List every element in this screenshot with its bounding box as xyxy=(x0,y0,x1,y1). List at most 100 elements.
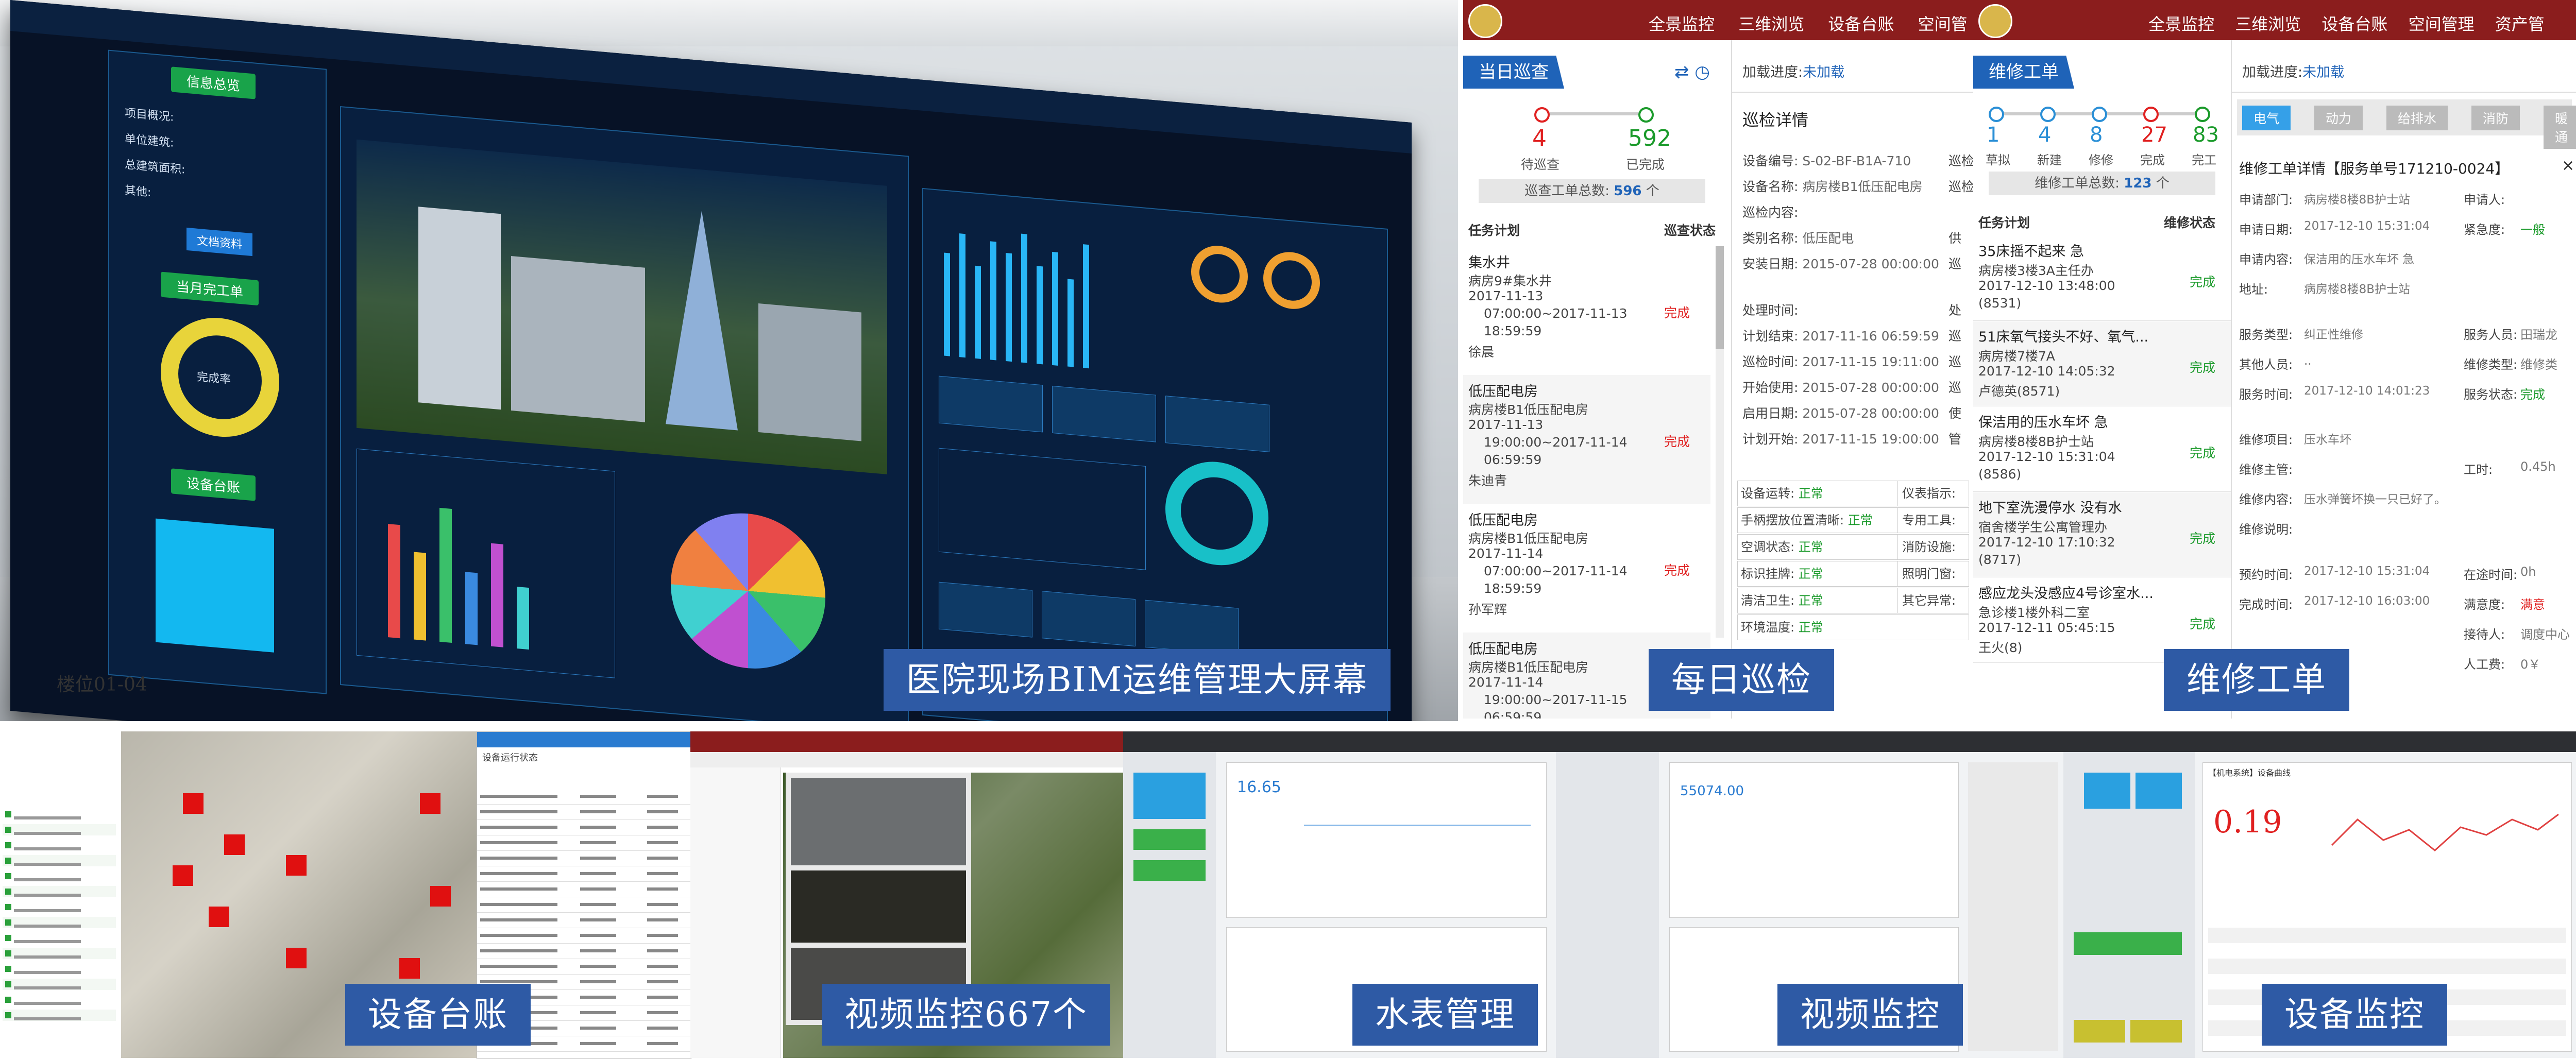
filter-electric[interactable]: 电气 xyxy=(2242,106,2291,130)
table-row[interactable] xyxy=(477,835,691,851)
detail-row: 安装日期: 2015-07-28 00:00:00 xyxy=(1742,257,1939,271)
repair-detail-row: 其他人员:.. 维修类型: 维修类 xyxy=(2239,354,2557,372)
table-row[interactable] xyxy=(477,804,691,820)
table-row[interactable] xyxy=(477,912,691,928)
em-button[interactable] xyxy=(2130,1020,2182,1043)
table-row[interactable] xyxy=(477,959,691,975)
repair-detail-row: 申请内容: 保洁用的压水车坏 急 xyxy=(2239,252,2415,267)
ledger-tree-row[interactable] xyxy=(3,932,116,944)
table-row[interactable] xyxy=(477,789,691,805)
status-tile xyxy=(1042,591,1136,647)
video-thumb[interactable] xyxy=(786,865,971,948)
list-item[interactable]: 地下室洗漫停水 没有水 宿舍楼学生公寓管理办 2017-12-10 17:10:32… xyxy=(1973,492,2231,577)
meter-tile[interactable] xyxy=(1133,829,1206,850)
equipment-marker[interactable] xyxy=(209,907,229,927)
nav-item-panorama[interactable]: 全景监控 xyxy=(2148,14,2214,34)
close-icon[interactable]: × xyxy=(2562,157,2574,175)
equipment-marker[interactable] xyxy=(399,958,420,979)
equipment-marker[interactable] xyxy=(286,948,307,968)
em-tile[interactable] xyxy=(2084,773,2130,809)
table-row[interactable] xyxy=(477,897,691,913)
ledger-tree-row[interactable] xyxy=(3,917,116,928)
gauge xyxy=(1263,249,1320,312)
wall-bottom-label: 楼位01-04 xyxy=(57,674,147,695)
equipment-marker[interactable] xyxy=(224,834,245,855)
meter-sidebar xyxy=(1123,752,1216,1058)
nav-item-space[interactable]: 空间管 xyxy=(1918,14,1968,34)
list-item[interactable]: 保洁用的压水车坏 急病房楼8楼8B护士站 2017-12-10 15:31:04(… xyxy=(1973,407,2231,492)
ledger-tree-row[interactable] xyxy=(3,979,116,990)
detail-row-extra: 巡检人: xyxy=(1948,153,1973,168)
list-item[interactable]: 集水井 病房9#集水井 2017-11-13 07:00:00~2017-11-… xyxy=(1463,246,1710,375)
detail-row: 计划开始: 2017-11-15 19:00:00 xyxy=(1742,432,1939,447)
patrol-detail-panel: 加载进度:未加载 巡检详情 设备编号: S-02-BF-B1A-710 巡检人: 设… xyxy=(1732,40,1973,719)
nav-item-space[interactable]: 空间管理 xyxy=(2409,14,2475,34)
list-item[interactable]: 低压配电房 病房楼B1低压配电房 2017-11-14 07:00:00~201… xyxy=(1463,504,1710,633)
refresh-icon[interactable]: ⇄ ◷ xyxy=(1674,62,1710,82)
ledger-table-title: 设备运行状态 xyxy=(482,753,538,763)
meter-tile[interactable] xyxy=(1133,773,1206,819)
nav-item-equipment[interactable]: 设备台账 xyxy=(2321,14,2387,34)
filter-power[interactable]: 动力 xyxy=(2314,106,2363,130)
equipment-marker[interactable] xyxy=(286,855,307,876)
ledger-tree-row[interactable] xyxy=(3,963,116,975)
ledger-tree-row[interactable] xyxy=(3,994,116,1005)
list-scrollbar[interactable] xyxy=(1716,246,1724,638)
filter-water[interactable]: 给排水 xyxy=(2386,106,2448,130)
ledger-tree-row[interactable] xyxy=(3,886,116,897)
bar xyxy=(414,552,426,641)
step-label: 完成 xyxy=(2140,153,2165,167)
tab-daily-patrol[interactable]: 当日巡查 xyxy=(1463,56,1564,89)
equipment-marker[interactable] xyxy=(420,793,440,814)
pending-label: 待巡查 xyxy=(1521,157,1560,172)
hospital-logo xyxy=(1468,4,1502,38)
table-row[interactable] xyxy=(477,881,691,897)
table-row[interactable] xyxy=(477,819,691,835)
ledger-tree-row[interactable] xyxy=(3,1010,116,1021)
caption-equipment-ledger: 设备台账 xyxy=(345,984,531,1046)
filter-hvac[interactable]: 暖通 xyxy=(2544,106,2576,149)
nav-item-3d[interactable]: 三维浏览 xyxy=(1738,14,1804,34)
filter-fire[interactable]: 消防 xyxy=(2471,106,2520,130)
line-chart xyxy=(939,448,1146,570)
table-row[interactable] xyxy=(477,866,691,882)
table-row[interactable] xyxy=(477,850,691,866)
list-item[interactable]: 51床氧气接头不好、氧气... 病房楼7楼7A 2017-12-10 14:05:3… xyxy=(1973,321,2231,406)
table-row[interactable] xyxy=(477,943,691,959)
status-badge: 完成 xyxy=(1664,563,1690,578)
equipment-marker[interactable] xyxy=(430,886,451,907)
ledger-tree-row[interactable] xyxy=(3,855,116,866)
ledger-tree-row[interactable] xyxy=(3,948,116,959)
em-line-chart xyxy=(2331,813,2559,851)
em-button[interactable] xyxy=(2074,932,2182,955)
nav-item-assets[interactable]: 资产管 xyxy=(2495,14,2545,34)
pie-chart xyxy=(671,507,825,675)
ledger-tree-row[interactable] xyxy=(3,870,116,882)
camera-list[interactable] xyxy=(690,767,781,1058)
ledger-tree-row[interactable] xyxy=(3,809,116,820)
video-thumb[interactable] xyxy=(786,773,971,870)
equipment-marker[interactable] xyxy=(183,793,204,814)
equipment-marker[interactable] xyxy=(173,865,193,886)
status-donut xyxy=(1165,457,1268,570)
list-item[interactable]: 低压配电房 病房楼B1低压配电房 2017-11-13 19:00:00~201… xyxy=(1463,375,1710,504)
meter-tile[interactable] xyxy=(1133,860,1206,881)
list-item[interactable]: 35床摇不起来 急病房楼3楼3A主任办 2017-12-10 13:48:00 (8… xyxy=(1973,236,2231,321)
tab-repair-order[interactable]: 维修工单 xyxy=(1973,56,2074,89)
nav-item-3d[interactable]: 三维浏览 xyxy=(2235,14,2301,34)
table-row[interactable] xyxy=(477,928,691,944)
detail-row: 巡检内容: xyxy=(1742,205,1799,220)
step-dot xyxy=(2195,107,2210,122)
nav-item-panorama[interactable]: 全景监控 xyxy=(1649,14,1715,34)
ledger-tree-row[interactable] xyxy=(3,824,116,835)
ledger-tree-row[interactable] xyxy=(3,840,116,851)
repair-nav: 全景监控 三维浏览 设备台账 空间管理 资产管 xyxy=(2148,11,2545,35)
nav-item-equipment[interactable]: 设备台账 xyxy=(1828,14,1894,34)
pending-dot xyxy=(1534,107,1550,123)
meter-value: 16.65 xyxy=(1237,778,1281,796)
status-badge: 完成 xyxy=(1664,305,1690,320)
doc-button[interactable]: 文档资料 xyxy=(187,227,253,257)
ledger-tree-row[interactable] xyxy=(3,901,116,913)
em-button[interactable] xyxy=(2074,1020,2125,1043)
em-tile[interactable] xyxy=(2136,773,2182,809)
